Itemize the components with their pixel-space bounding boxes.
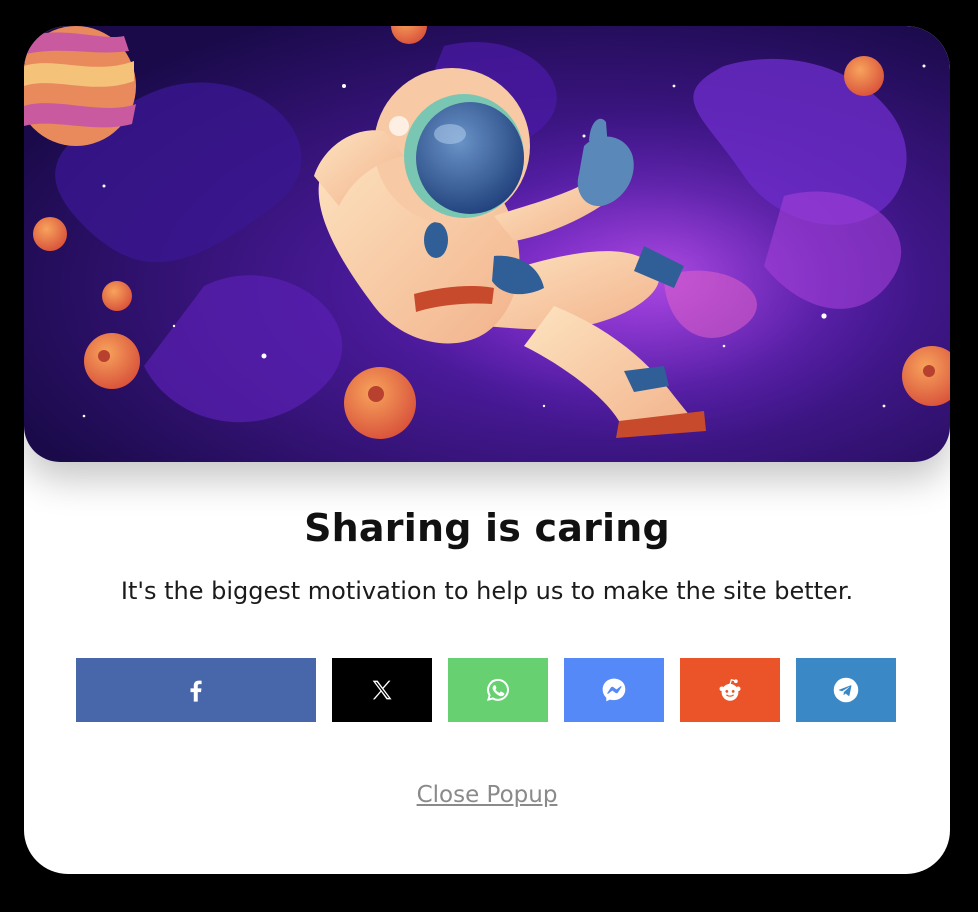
popup-subtitle: It's the biggest motivation to help us t… (120, 577, 854, 605)
share-x-button[interactable] (332, 658, 432, 722)
share-telegram-button[interactable] (796, 658, 896, 722)
share-facebook-button[interactable] (76, 658, 316, 722)
whatsapp-icon (487, 678, 509, 701)
telegram-icon (833, 677, 859, 703)
messenger-icon (602, 678, 626, 702)
hero-illustration (24, 26, 950, 462)
facebook-icon (190, 680, 202, 702)
close-popup-link[interactable]: Close Popup (24, 782, 950, 808)
share-popup: Sharing is caring It's the biggest motiv… (24, 26, 950, 874)
share-reddit-button[interactable] (680, 658, 780, 722)
share-messenger-button[interactable] (564, 658, 664, 722)
share-buttons-row (76, 658, 896, 722)
popup-title: Sharing is caring (304, 506, 670, 550)
reddit-icon (719, 678, 741, 701)
x-icon (372, 680, 392, 700)
share-whatsapp-button[interactable] (448, 658, 548, 722)
